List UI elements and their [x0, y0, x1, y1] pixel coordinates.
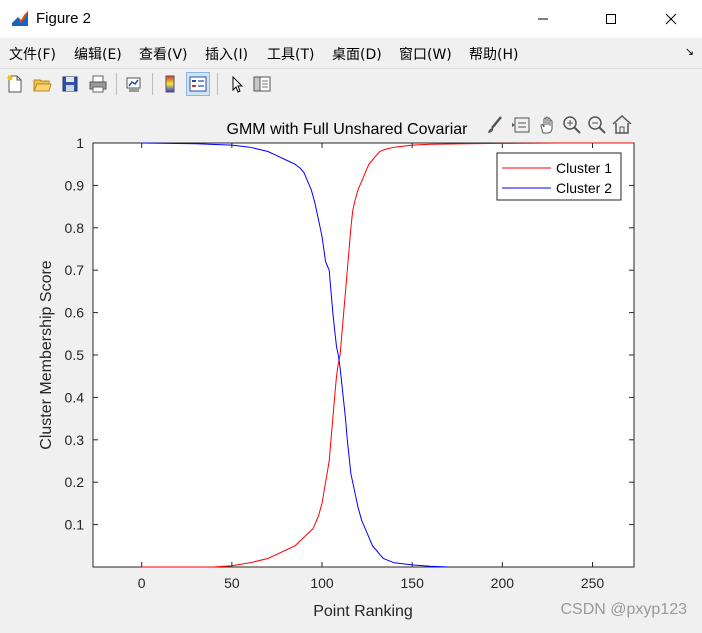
figure-canvas: GMM with Full Unshared Covariar Point Ra… [0, 101, 702, 628]
print-icon [89, 75, 107, 93]
menu-file[interactable]: 文件(F) [9, 44, 56, 64]
colorbar-icon [165, 75, 175, 93]
maximize-button[interactable] [588, 0, 634, 38]
legend-button[interactable] [186, 72, 210, 96]
close-button[interactable] [648, 0, 694, 38]
y-tick-label: 0.9 [65, 177, 85, 193]
matlab-app-icon [10, 9, 30, 29]
data-tips-icon[interactable] [512, 117, 530, 133]
axes-toolbar [488, 114, 632, 134]
x-tick-label: 150 [401, 575, 425, 591]
x-tick-label: 50 [224, 575, 240, 591]
x-tick-label: 250 [581, 575, 605, 591]
legend-label-cluster-2: Cluster 2 [556, 180, 612, 196]
window-title: Figure 2 [36, 10, 92, 27]
chart-title: GMM with Full Unshared Covariar [227, 121, 469, 138]
pan-icon[interactable] [540, 116, 553, 134]
maximize-icon [606, 14, 616, 24]
menu-edit[interactable]: 编辑(E) [74, 44, 122, 64]
figure-toolbar [0, 68, 702, 102]
pointer-button[interactable] [224, 72, 248, 96]
watermark: CSDN @pxyp123 [560, 601, 687, 618]
plot-svg: GMM with Full Unshared Covariar Point Ra… [38, 114, 687, 620]
y-tick-label: 0.1 [65, 517, 85, 533]
open-file-icon [33, 79, 52, 92]
toolbar-separator [217, 73, 218, 95]
save-icon [62, 76, 78, 92]
open-file-button[interactable] [30, 72, 54, 96]
menu-insert[interactable]: 插入(I) [205, 44, 248, 64]
y-tick-label: 0.7 [65, 262, 85, 278]
menu-help[interactable]: 帮助(H) [469, 44, 518, 64]
colorbar-button[interactable] [158, 72, 182, 96]
link-plot-button[interactable] [122, 72, 146, 96]
x-tick-label: 200 [491, 575, 515, 591]
title-bar: Figure 2 [0, 0, 702, 38]
y-axis-label: Cluster Membership Score [38, 260, 55, 450]
close-icon [665, 13, 677, 25]
print-button[interactable] [86, 72, 110, 96]
y-tick-label: 0.2 [65, 474, 85, 490]
menu-desktop[interactable]: 桌面(D) [332, 44, 382, 64]
legend-icon [189, 76, 207, 92]
link-plot-icon [126, 77, 141, 92]
zoom-in-icon[interactable] [563, 116, 581, 134]
toolbar-separator [152, 73, 153, 95]
menu-tools[interactable]: 工具(T) [267, 44, 314, 64]
home-icon[interactable] [612, 114, 632, 134]
dock-arrow-icon[interactable]: ↘ [685, 45, 694, 58]
zoom-out-icon[interactable] [588, 116, 606, 134]
property-inspector-button[interactable] [250, 72, 274, 96]
x-tick-label: 0 [138, 575, 146, 591]
axes-box[interactable] [92, 142, 635, 568]
menu-view[interactable]: 查看(V) [139, 44, 188, 64]
minimize-icon [538, 18, 548, 20]
toolbar-separator [116, 73, 117, 95]
x-tick-label: 100 [310, 575, 334, 591]
y-tick-label: 1 [76, 135, 84, 151]
y-tick-label: 0.8 [65, 220, 85, 236]
y-tick-label: 0.3 [65, 432, 85, 448]
property-inspector-icon [253, 76, 271, 92]
minimize-button[interactable] [520, 0, 566, 38]
legend[interactable]: Cluster 1 Cluster 2 [496, 152, 622, 201]
menu-window[interactable]: 窗口(W) [399, 44, 452, 64]
save-button[interactable] [58, 72, 82, 96]
x-axis-label: Point Ranking [313, 603, 413, 620]
legend-label-cluster-1: Cluster 1 [556, 160, 612, 176]
y-tick-label: 0.6 [65, 305, 85, 321]
y-tick-label: 0.4 [65, 389, 85, 405]
new-figure-icon [7, 75, 22, 93]
pointer-icon [232, 75, 244, 93]
menu-bar: 文件(F) 编辑(E) 查看(V) 插入(I) 工具(T) 桌面(D) 窗口(W… [0, 38, 702, 68]
new-figure-button[interactable] [3, 72, 27, 96]
y-tick-label: 0.5 [65, 347, 85, 363]
brush-icon[interactable] [488, 116, 502, 133]
